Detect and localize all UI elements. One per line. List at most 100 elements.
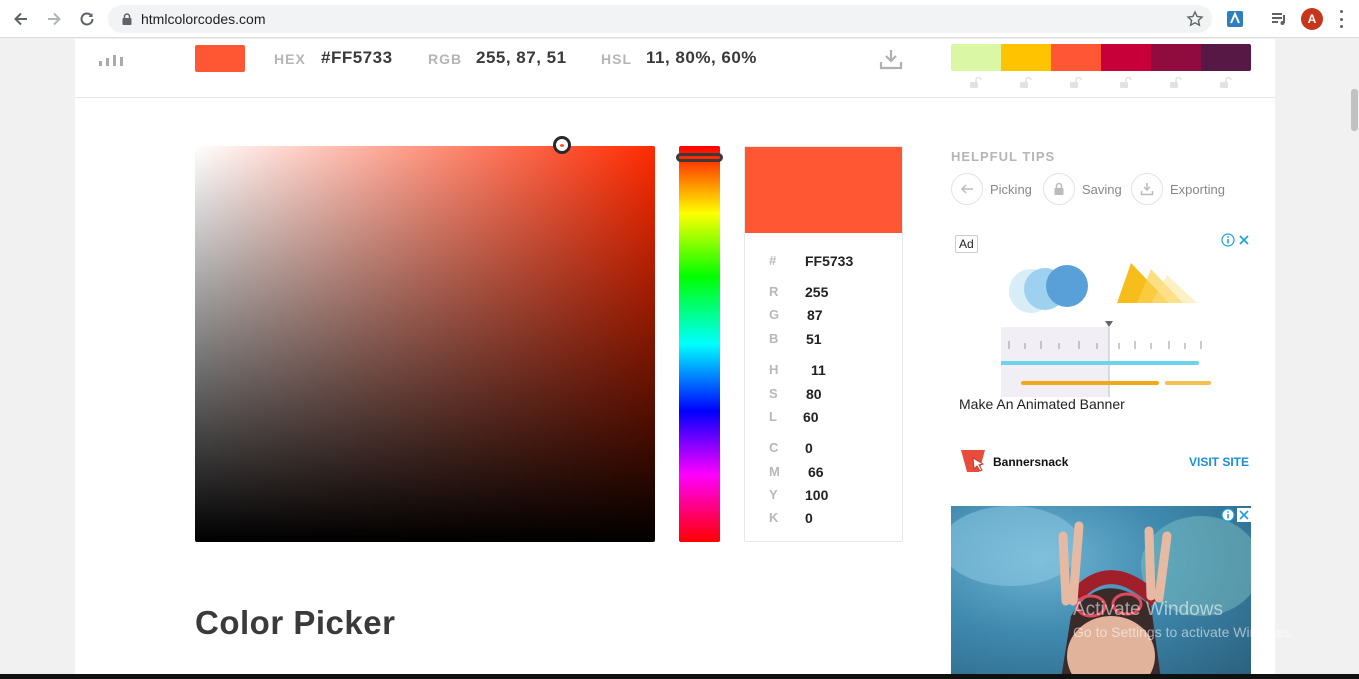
animated-banner-illustration — [1001, 263, 1211, 397]
lightness-field[interactable]: 60 — [803, 409, 819, 425]
hex-label: HEX — [274, 51, 306, 67]
hsl-value[interactable]: 11, 80%, 60% — [646, 48, 757, 68]
arrow-left-icon — [951, 173, 983, 205]
back-icon[interactable] — [11, 9, 31, 29]
palette-locks — [951, 77, 1251, 91]
color-preview — [745, 147, 902, 233]
magenta-field[interactable]: 66 — [808, 464, 824, 480]
taskbar — [0, 674, 1359, 679]
palette-swatch[interactable] — [1201, 44, 1251, 71]
value-key: C — [769, 440, 779, 455]
value-key: H — [769, 362, 779, 377]
page-content: HEX #FF5733 RGB 255, 87, 51 HSL 11, 80%,… — [75, 39, 1275, 679]
palette-swatch[interactable] — [951, 44, 1001, 71]
address-bar[interactable]: htmlcolorcodes.com — [108, 5, 1212, 33]
red-field[interactable]: 255 — [805, 284, 828, 300]
unlock-icon[interactable] — [1201, 77, 1251, 91]
unlock-icon[interactable] — [1101, 77, 1151, 91]
cyan-field[interactable]: 0 — [805, 440, 813, 456]
hue-slider[interactable] — [679, 146, 720, 542]
adchoices-icon[interactable] — [1221, 508, 1235, 522]
color-info-bar: HEX #FF5733 RGB 255, 87, 51 HSL 11, 80%,… — [75, 39, 1275, 98]
bookmark-star-icon[interactable] — [1186, 10, 1204, 28]
download-icon[interactable] — [879, 48, 903, 70]
visit-site-link[interactable]: VISIT SITE — [1189, 455, 1249, 469]
value-row-l[interactable]: L 60 — [769, 409, 889, 427]
hue-slider-handle[interactable] — [676, 153, 723, 162]
yellow-field[interactable]: 100 — [805, 487, 828, 503]
color-values-card: # FF5733 R 255 G 87 B 51 H 11 S 80 L 60 … — [744, 146, 903, 542]
tip-picking[interactable]: Picking — [951, 173, 1032, 205]
hex-field[interactable]: FF5733 — [805, 253, 853, 269]
tip-label: Picking — [990, 181, 1032, 197]
forward-icon[interactable] — [44, 9, 64, 29]
hex-value[interactable]: #FF5733 — [321, 48, 393, 68]
color-picker-cursor[interactable] — [553, 136, 571, 154]
palette-swatch[interactable] — [1151, 44, 1201, 71]
ad-caption[interactable]: Make An Animated Banner — [959, 396, 1125, 412]
value-row-m[interactable]: M 66 — [769, 464, 889, 482]
ad-photo-illustration — [951, 506, 1251, 679]
unlock-icon[interactable] — [1001, 77, 1051, 91]
close-ad-icon[interactable] — [1237, 233, 1251, 247]
signal-bars-icon[interactable] — [99, 51, 125, 67]
download-icon — [1131, 173, 1163, 205]
profile-avatar[interactable]: A — [1301, 8, 1323, 30]
ad-badge: Ad — [955, 235, 978, 253]
green-field[interactable]: 87 — [807, 307, 823, 323]
adchoices-icon[interactable] — [1221, 233, 1235, 247]
color-palette[interactable] — [951, 44, 1251, 71]
rgb-label: RGB — [428, 51, 463, 67]
helpful-tips-title: HELPFUL TIPS — [951, 149, 1056, 164]
value-row-s[interactable]: S 80 — [769, 386, 889, 404]
unlock-icon[interactable] — [1051, 77, 1101, 91]
browser-menu-icon[interactable] — [1338, 10, 1344, 28]
palette-swatch[interactable] — [1001, 44, 1051, 71]
current-color-swatch — [195, 45, 245, 72]
lock-icon — [122, 13, 132, 25]
value-row-h[interactable]: H 11 — [769, 362, 889, 380]
saturation-value-area[interactable] — [195, 146, 655, 542]
hue-field[interactable]: 11 — [811, 362, 826, 378]
palette-swatch[interactable] — [1101, 44, 1151, 71]
value-row-r[interactable]: R 255 — [769, 284, 889, 302]
value-row-k[interactable]: K 0 — [769, 510, 889, 528]
photo-advertisement[interactable] — [951, 506, 1251, 679]
reload-icon[interactable] — [77, 9, 97, 29]
browser-toolbar: htmlcolorcodes.com A — [0, 0, 1359, 38]
rgb-value[interactable]: 255, 87, 51 — [476, 48, 567, 68]
page-scrollbar[interactable] — [1350, 39, 1359, 679]
unlock-icon[interactable] — [1151, 77, 1201, 91]
value-key: S — [769, 386, 778, 401]
saturation-field[interactable]: 80 — [806, 386, 822, 402]
ad-brand-name[interactable]: Bannersnack — [993, 455, 1068, 469]
value-row-b[interactable]: B 51 — [769, 331, 889, 349]
value-key: Y — [769, 487, 778, 502]
close-ad-icon[interactable] — [1237, 508, 1251, 522]
value-key: B — [769, 331, 779, 346]
value-key: M — [769, 464, 780, 479]
tip-label: Exporting — [1170, 181, 1225, 197]
windows-activation-subtext: Go to Settings to activate Windows. — [1073, 624, 1294, 640]
blue-field[interactable]: 51 — [806, 331, 822, 347]
extension-icon[interactable] — [1225, 9, 1245, 29]
value-row-hex[interactable]: # FF5733 — [769, 253, 889, 271]
value-key: R — [769, 284, 779, 299]
black-field[interactable]: 0 — [805, 510, 813, 526]
advertisement-banner[interactable]: Ad Make An Animated Banner Bannersnack V… — [951, 231, 1251, 481]
page-title: Color Picker — [195, 604, 396, 641]
unlock-icon[interactable] — [951, 77, 1001, 91]
media-control-icon[interactable] — [1269, 9, 1289, 29]
value-key: L — [769, 409, 777, 424]
scrollbar-thumb[interactable] — [1351, 89, 1358, 131]
value-row-y[interactable]: Y 100 — [769, 487, 889, 505]
value-row-c[interactable]: C 0 — [769, 440, 889, 458]
bannersnack-logo-icon — [961, 450, 985, 472]
value-row-g[interactable]: G 87 — [769, 307, 889, 325]
value-key: # — [769, 253, 777, 268]
tip-exporting[interactable]: Exporting — [1131, 173, 1225, 205]
palette-swatch[interactable] — [1051, 44, 1101, 71]
tip-saving[interactable]: Saving — [1043, 173, 1122, 205]
hsl-label: HSL — [601, 51, 632, 67]
value-key: G — [769, 307, 780, 322]
